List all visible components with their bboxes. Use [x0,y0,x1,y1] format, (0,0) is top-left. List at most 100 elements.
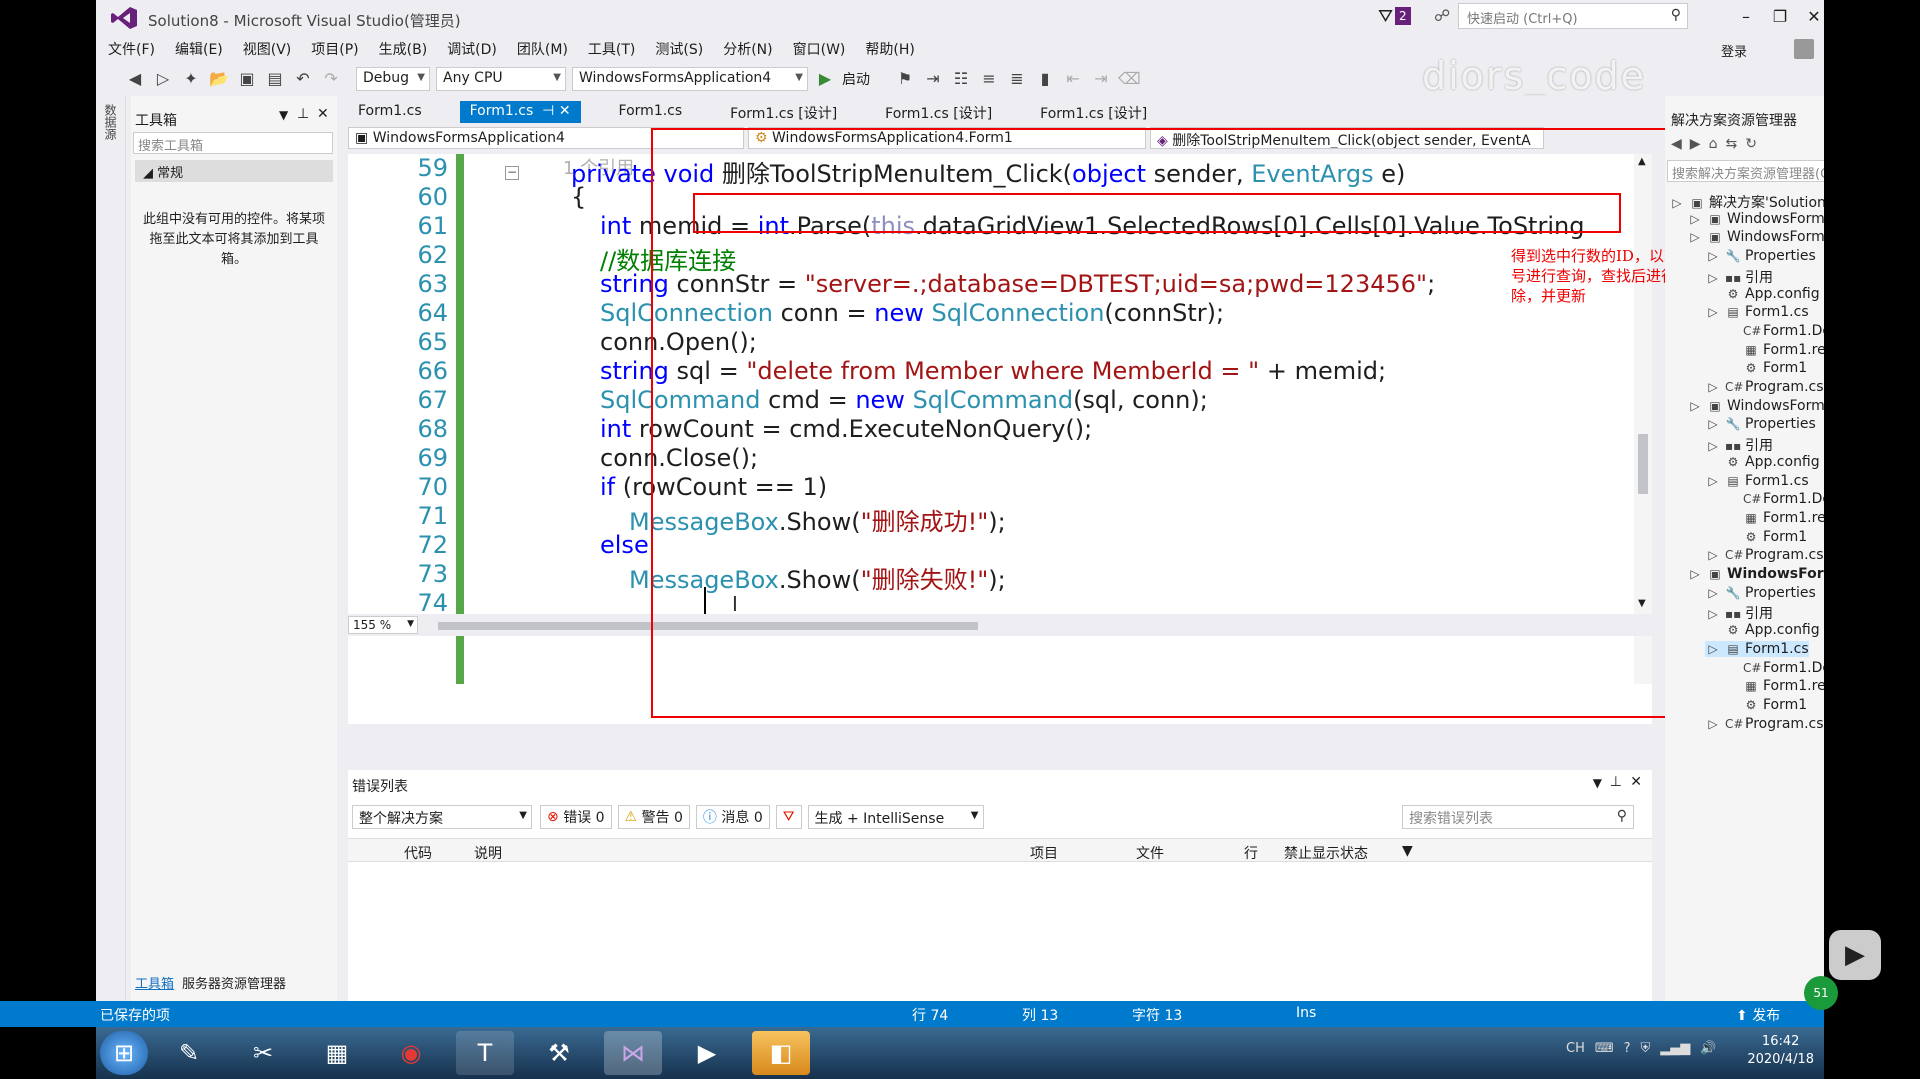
tree-item[interactable]: ⚙ Form1 [1723,697,1808,713]
tab-server-explorer[interactable]: 服务器资源管理器 [182,973,286,992]
tree-item[interactable]: ▷ ▣ 解决方案'Solution8' (4 个项目) [1669,192,1824,212]
solution-search-input[interactable]: 搜索解决方案资源管理器(Ctrl+ [1667,160,1824,182]
expand-arrow-icon[interactable]: ▷ [1705,439,1721,453]
start-menu-button[interactable]: ⊞ [100,1031,148,1075]
tree-item[interactable]: ▷ ▣ WindowsFormsApplication [1687,211,1824,227]
notification-badge[interactable]: 2 [1395,7,1411,25]
start-debug-icon[interactable]: ▶ [814,68,836,90]
chrome-icon[interactable]: ◉ [382,1031,440,1075]
presentation-app-icon[interactable]: ◧ [752,1031,810,1075]
expand-arrow-icon[interactable]: ▷ [1687,230,1703,244]
col-file[interactable]: 文件 [1136,843,1164,863]
error-search-input[interactable]: 搜索错误列表 ⚲ [1402,805,1634,829]
menu-help[interactable]: 帮助(H) [865,39,914,59]
close-tab-icon[interactable]: ✕ [559,103,571,119]
keyboard-icon[interactable]: ⌨ [1595,1041,1614,1056]
clear-bookmarks-icon[interactable]: ⌫ [1118,68,1141,90]
network-icon[interactable]: ▂▄▆ [1660,1041,1690,1056]
text-editor-icon[interactable]: T [456,1031,514,1075]
tab-form1-cs-active[interactable]: Form1.cs ⊣ ✕ [459,101,581,123]
solution-platform-dropdown[interactable]: Any CPU ▼ [436,67,566,91]
tree-item[interactable]: ▷ ▣ WindowsFormsApplicati [1687,566,1824,582]
pin-icon[interactable]: ⊥ [297,106,309,122]
ime-indicator[interactable]: CH [1566,1041,1585,1056]
home-icon[interactable]: ⌂ [1709,136,1718,152]
tab-form1-design-1[interactable]: Form1.cs [设计] [720,101,847,123]
tree-item[interactable]: ▷ ▤ Form1.cs [1705,473,1808,489]
shield-icon[interactable]: ⛨ [1641,1041,1651,1056]
back-icon[interactable]: ◀ [1671,136,1682,152]
tree-item[interactable]: ▦ Form1.resx [1723,342,1824,358]
close-icon[interactable]: ✕ [1630,774,1642,790]
menu-tools[interactable]: 工具(T) [588,39,635,59]
tree-item[interactable]: ▷ 🔧 Properties [1705,585,1815,601]
tree-item[interactable]: C#Form1.Designer.cs [1723,491,1824,507]
expand-arrow-icon[interactable]: ▷ [1705,607,1721,621]
video-play-icon[interactable]: ▶ [1829,930,1881,980]
solution-config-dropdown[interactable]: Debug ▼ [356,67,430,91]
save-all-icon[interactable]: ▤ [264,68,286,90]
back-icon[interactable]: ◀ [124,68,146,90]
close-window-button[interactable]: ✕ [1796,4,1824,30]
close-icon[interactable]: ✕ [317,106,329,122]
maximize-button[interactable]: ❐ [1762,4,1798,30]
menu-test[interactable]: 测试(S) [655,39,703,59]
bookmark-icon[interactable]: ▮ [1034,68,1056,90]
tree-item[interactable]: ▷ ▪▪ 引用 [1705,267,1773,287]
sync-icon[interactable]: ⇆ [1725,136,1737,152]
toolbox-search-input[interactable]: 搜索工具箱 [133,132,333,154]
tree-item[interactable]: ▷ ▪▪ 引用 [1705,603,1773,623]
redo-icon[interactable]: ↷ [320,68,342,90]
tree-item[interactable]: ▷ C# Program.cs [1705,547,1823,563]
tree-item[interactable]: ▷ C# Program.cs [1705,379,1823,395]
dropdown-icon[interactable]: ▼ [1593,776,1602,790]
col-suppression[interactable]: 禁止显示状态 [1284,843,1368,863]
tab-form1-design-3[interactable]: Form1.cs [设计] [1030,101,1157,123]
expand-arrow-icon[interactable]: ▷ [1705,586,1721,600]
tree-item[interactable]: ▷ ▪▪ 引用 [1705,435,1773,455]
visual-studio-taskbar-icon[interactable]: ⋈ [604,1031,662,1075]
new-project-icon[interactable]: ✦ [180,68,202,90]
col-project[interactable]: 项目 [1030,843,1058,863]
comment-out-icon[interactable]: ≡ [978,68,1000,90]
tree-item[interactable]: ▷ ▣ WindowsFormsApplication [1687,398,1824,414]
menu-analyze[interactable]: 分析(N) [723,39,772,59]
expand-arrow-icon[interactable]: ▷ [1705,305,1721,319]
help-icon[interactable]: ? [1624,1041,1631,1056]
pin-icon[interactable]: ⊥ [1610,774,1622,790]
toolbox-group-general[interactable]: ◢ 常规 [135,160,333,182]
tools-app-icon[interactable]: ⚒ [530,1031,588,1075]
menu-build[interactable]: 生成(B) [379,39,428,59]
volume-icon[interactable]: 🔊 [1700,1041,1716,1056]
tree-item[interactable]: ⚙ App.config [1705,622,1820,638]
tree-item[interactable]: C#Form1.Designer.cs [1723,323,1824,339]
tree-item[interactable]: ⚙ App.config [1705,286,1820,302]
save-icon[interactable]: ▣ [236,68,258,90]
menu-debug[interactable]: 调试(D) [447,39,497,59]
menu-edit[interactable]: 编辑(E) [175,39,223,59]
menu-file[interactable]: 文件(F) [108,39,155,59]
tree-item[interactable]: ▷ 🔧 Properties [1705,416,1815,432]
tab-form1-cs-3[interactable]: Form1.cs [609,101,693,123]
expand-arrow-icon[interactable]: ▷ [1687,212,1703,226]
expand-arrow-icon[interactable]: ▷ [1687,567,1703,581]
tree-item[interactable]: ▦ Form1.resx [1723,678,1824,694]
warnings-filter-button[interactable]: ⚠ 警告 0 [617,805,690,829]
tree-item[interactable]: C#Form1.Designer.cs [1723,660,1824,676]
expand-arrow-icon[interactable]: ▷ [1705,474,1721,488]
col-description[interactable]: 说明 [474,843,502,863]
expand-arrow-icon[interactable]: ▷ [1705,717,1721,731]
green-counter-badge[interactable]: 51 [1804,976,1838,1010]
quick-launch-input[interactable]: 快速启动 (Ctrl+Q) ⚲ [1458,3,1688,29]
user-avatar-icon[interactable] [1794,39,1814,59]
tab-toolbox[interactable]: 工具箱 [135,973,174,992]
tab-form1-cs-1[interactable]: Form1.cs [348,101,432,123]
tree-item[interactable]: ▷ C# Program.cs [1705,716,1823,732]
menu-window[interactable]: 窗口(W) [793,39,846,59]
menu-view[interactable]: 视图(V) [243,39,292,59]
pin-icon[interactable]: ⊣ [542,103,554,119]
expand-arrow-icon[interactable]: ▷ [1705,548,1721,562]
refresh-icon[interactable]: ↻ [1745,136,1757,152]
tree-item[interactable]: ▷ ▤ Form1.cs [1705,304,1808,320]
tree-item[interactable]: ▷ 🔧 Properties [1705,248,1815,264]
